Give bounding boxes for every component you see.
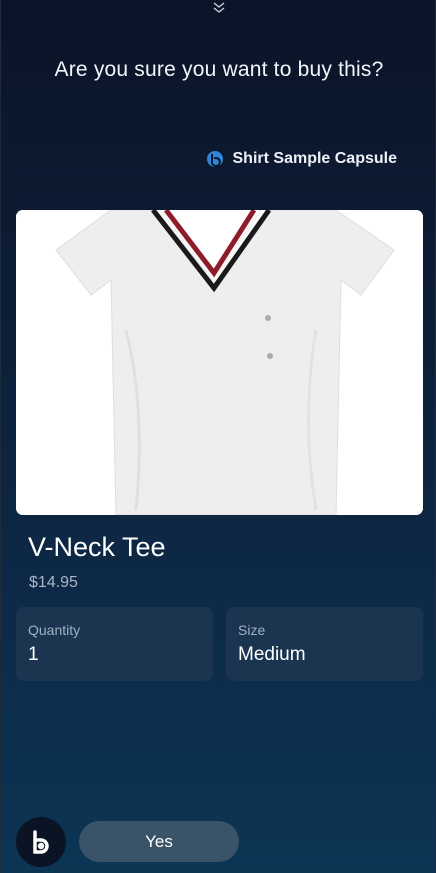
- chevron-double-down-icon[interactable]: [209, 0, 229, 16]
- size-field[interactable]: Size Medium: [226, 607, 423, 681]
- quantity-field[interactable]: Quantity 1: [16, 607, 213, 681]
- product-price: $14.95: [29, 574, 78, 591]
- quantity-value: 1: [28, 644, 39, 665]
- product-name: V-Neck Tee: [28, 532, 166, 562]
- yes-button[interactable]: Yes: [79, 821, 239, 862]
- bixby-icon: [33, 830, 49, 854]
- product-image: [16, 210, 423, 515]
- bixby-button[interactable]: [16, 817, 66, 867]
- confirmation-question: Are you sure you want to buy this?: [54, 58, 384, 81]
- size-label: Size: [238, 622, 266, 638]
- capsule-header: Shirt Sample Capsule: [206, 150, 398, 168]
- assistant-panel: Are you sure you want to buy this? Shirt…: [0, 0, 436, 873]
- bixby-capsule-icon: [206, 150, 224, 168]
- capsule-name: Shirt Sample Capsule: [232, 150, 398, 167]
- quantity-label: Quantity: [28, 622, 81, 638]
- size-value: Medium: [238, 644, 306, 665]
- v-neck-tee-image: [16, 210, 423, 515]
